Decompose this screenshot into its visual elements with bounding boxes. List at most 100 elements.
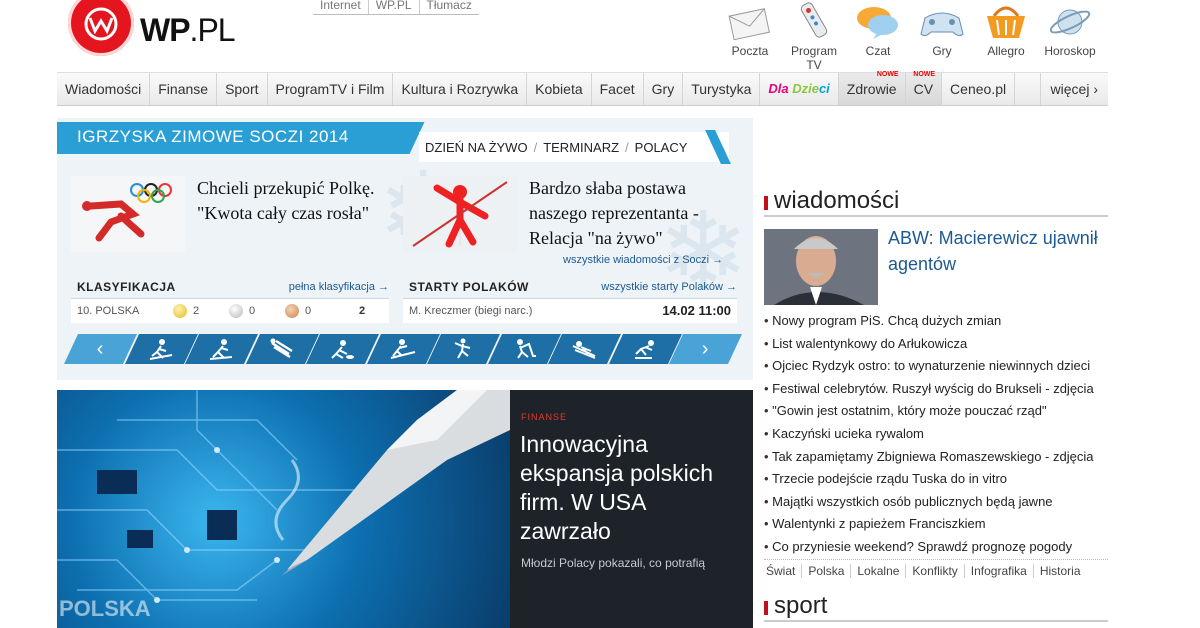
- news-thumbnail: [403, 176, 517, 252]
- wp-logo[interactable]: WP.PL: [68, 0, 238, 60]
- nav-gry[interactable]: Gry: [644, 73, 684, 105]
- news-list-item[interactable]: "Gowin jest ostatnim, który może pouczać…: [764, 400, 1108, 423]
- carousel-next-button[interactable]: ›: [669, 334, 743, 364]
- chevron-left-icon: ‹: [96, 337, 104, 360]
- hero-title: Innowacyjna ekspansja polskich firm. W U…: [520, 431, 714, 544]
- olympics-banner-title[interactable]: IGRZYSKA ZIMOWE SOCZI 2014: [77, 127, 349, 147]
- portrait-photo: [764, 229, 878, 305]
- new-badge: NOWE: [913, 71, 936, 78]
- all-olympics-news-link[interactable]: wszystkie wiadomości z Soczi →: [563, 254, 723, 266]
- classification-header: KLASYFIKACJA: [77, 280, 176, 294]
- toplink-wppl[interactable]: WP.PL: [367, 0, 419, 14]
- tag-konflikty[interactable]: Konflikty: [905, 564, 963, 578]
- tab-polacy[interactable]: POLACY: [629, 140, 694, 155]
- speed-skater-photo: [71, 176, 185, 252]
- news-title: Bardzo słaba postawa naszego reprezentan…: [529, 178, 699, 248]
- classification-table: KLASYFIKACJA pełna klasyfikacja → 10. PO…: [71, 276, 389, 323]
- chat-icon: [857, 7, 898, 39]
- section-marker: [764, 196, 768, 210]
- olympics-news-item[interactable]: Bardzo słaba postawa naszego reprezentan…: [403, 176, 729, 252]
- mail-icon: [728, 8, 770, 40]
- service-links: Poczta Program TV Czat Gry Allegro Horos…: [718, 0, 1102, 72]
- hero-category: FINANSE: [521, 412, 568, 422]
- toplink-tlumacz[interactable]: Tłumacz: [418, 0, 479, 14]
- wiadomosci-main-article[interactable]: ABW: Macierewicz ujawnił agentów: [764, 228, 1108, 305]
- olympics-news-item[interactable]: Chcieli przekupić Polkę. "Kwota cały cza…: [71, 176, 397, 252]
- skier-photo: [403, 176, 517, 252]
- tag-historia[interactable]: Historia: [1032, 564, 1087, 578]
- nav-zdrowie[interactable]: Zdrowie NOWE: [838, 71, 906, 105]
- news-title: Chcieli przekupić Polkę. "Kwota cały cza…: [197, 178, 375, 223]
- news-list-item[interactable]: Majątki wszystkich osób publicznych będą…: [764, 491, 1108, 514]
- nav-finanse[interactable]: Finanse: [150, 73, 218, 105]
- nav-more[interactable]: więcej ›: [1039, 73, 1108, 105]
- service-gry[interactable]: Gry: [910, 0, 974, 72]
- starts-row[interactable]: M. Kreczmer (biegi narc.) 14.02 11:00: [403, 299, 737, 323]
- news-list-item[interactable]: Nowy program PiS. Chcą dużych zmian: [764, 310, 1108, 333]
- nav-cv[interactable]: CV NOWE: [905, 71, 943, 105]
- new-badge: NOWE: [876, 71, 899, 78]
- nav-dla-dzieci[interactable]: Dla Dzieci: [760, 73, 839, 105]
- news-list-item[interactable]: Trzecie podejście rządu Tuska do in vitr…: [764, 468, 1108, 491]
- tag-lokalne[interactable]: Lokalne: [850, 564, 905, 578]
- remote-icon: [800, 2, 828, 38]
- start-date: 14.02 11:00: [662, 303, 731, 318]
- nav-programtv[interactable]: ProgramTV i Film: [268, 73, 394, 105]
- sport-section-header: sport: [764, 592, 1108, 622]
- news-list-item[interactable]: Tak zapamiętamy Zbigniewa Romaszewskiego…: [764, 446, 1108, 469]
- news-list-item[interactable]: Kaczyński ucieka rywalom: [764, 423, 1108, 446]
- curling-icon: [331, 340, 355, 359]
- tag-polska[interactable]: Polska: [801, 564, 850, 578]
- wiadomosci-tags: Świat Polska Lokalne Konflikty Infografi…: [764, 564, 1087, 578]
- full-classification-link[interactable]: pełna klasyfikacja →: [289, 276, 389, 298]
- bronze-count: 0: [305, 305, 312, 317]
- sport-header-link[interactable]: sport: [774, 592, 827, 620]
- discipline-carousel: ‹ ›: [64, 334, 743, 364]
- biathlon-icon: [149, 339, 172, 360]
- tag-swiat[interactable]: Świat: [764, 564, 801, 578]
- country-rank: 10. POLSKA: [77, 305, 140, 317]
- article-photo: [764, 229, 878, 305]
- nav-kobieta[interactable]: Kobieta: [527, 73, 592, 105]
- article-title: ABW: Macierewicz ujawnił agentów: [888, 228, 1098, 274]
- news-list-item[interactable]: Co przyniesie weekend? Sprawdź prognozę …: [764, 536, 1108, 560]
- wp-logo-badge: [68, 0, 134, 56]
- circuit-board-photo: [57, 390, 510, 603]
- hockey-icon: [517, 339, 537, 359]
- nav-facet[interactable]: Facet: [592, 73, 644, 105]
- news-list-item[interactable]: Ojciec Rydzyk ostro: to wynaturzenie nie…: [764, 355, 1108, 378]
- starts-table: STARTY POLAKÓW wszystkie starty Polaków …: [403, 276, 737, 323]
- service-programtv[interactable]: Program TV: [782, 0, 846, 72]
- starts-header: STARTY POLAKÓW: [409, 280, 529, 294]
- news-list-item[interactable]: Festiwal celebrytów. Ruszył wyścig do Br…: [764, 378, 1108, 401]
- tab-dzien-na-zywo[interactable]: DZIEŃ NA ŻYWO: [419, 140, 534, 155]
- news-thumbnail: [71, 176, 185, 252]
- hero-watermark: POLSKA: [59, 596, 151, 621]
- nav-sport[interactable]: Sport: [217, 73, 268, 105]
- gamepad-icon: [920, 12, 964, 37]
- service-horoskop[interactable]: Horoskop: [1038, 0, 1102, 72]
- nav-wiadomosci[interactable]: Wiadomości: [57, 73, 151, 105]
- service-czat[interactable]: Czat: [846, 0, 910, 72]
- silver-medal-icon: [229, 304, 243, 319]
- service-allegro[interactable]: Allegro: [974, 0, 1038, 72]
- nav-turystyka[interactable]: Turystyka: [683, 73, 761, 105]
- tag-infografika[interactable]: Infografika: [963, 564, 1033, 578]
- main-nav: Wiadomości Finanse Sport ProgramTV i Fil…: [57, 71, 1108, 106]
- classification-row[interactable]: 10. POLSKA 2 0 0 2: [71, 299, 389, 323]
- wiadomosci-header-link[interactable]: wiadomości: [774, 187, 899, 215]
- bobsleigh-icon: [210, 339, 233, 360]
- service-poczta[interactable]: Poczta: [718, 0, 782, 72]
- nav-kultura[interactable]: Kultura i Rozrywka: [393, 73, 528, 105]
- toplink-internet[interactable]: Internet: [313, 0, 368, 14]
- nav-ceneo[interactable]: Ceneo.pl: [942, 73, 1016, 105]
- tab-terminarz[interactable]: TERMINARZ: [537, 140, 625, 155]
- hero-article[interactable]: POLSKA FINANSE Innowacyjna ekspansja pol…: [57, 390, 753, 628]
- basket-icon: [987, 6, 1025, 38]
- speed-skating-icon: [635, 340, 655, 359]
- news-list-item[interactable]: Walentynki z papieżem Franciszkiem: [764, 513, 1108, 536]
- planet-icon: [1049, 9, 1091, 35]
- hero-image: POLSKA: [57, 390, 510, 628]
- news-list-item[interactable]: List walentynkowy do Arłukowicza: [764, 333, 1108, 356]
- all-starts-link[interactable]: wszystkie starty Polaków →: [601, 276, 737, 298]
